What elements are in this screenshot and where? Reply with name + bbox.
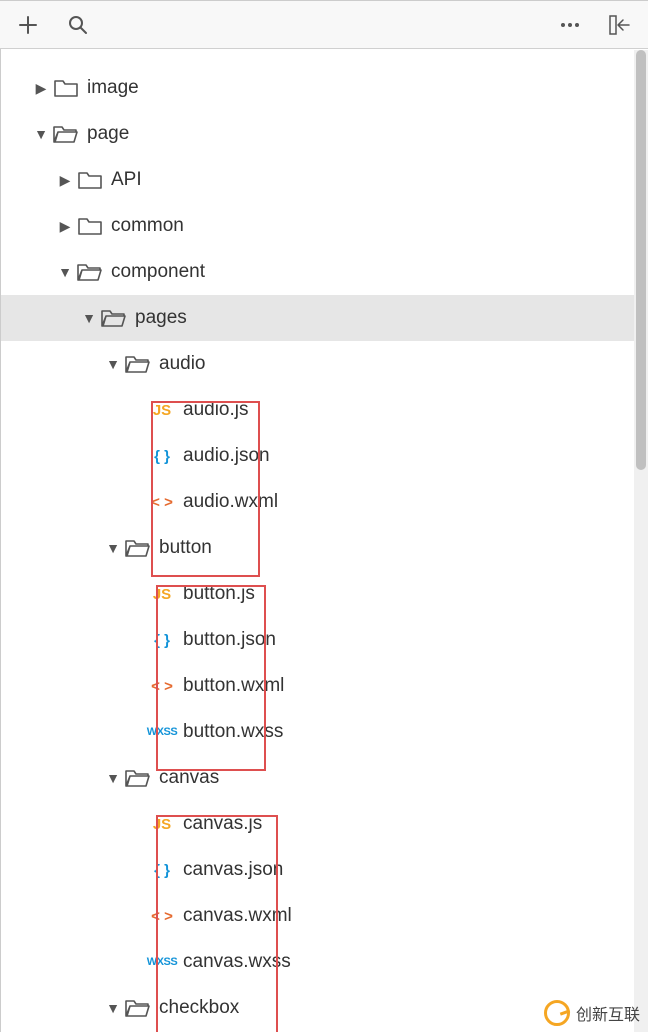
tree-item-label: page <box>87 123 129 145</box>
chevron-down-icon[interactable]: ▼ <box>55 264 75 280</box>
tree-item-label: canvas.json <box>183 859 283 881</box>
js-file-icon: JS <box>147 402 177 419</box>
tree-row[interactable]: ▼ canvas <box>1 755 648 801</box>
watermark-logo-icon <box>544 1000 570 1026</box>
scrollbar-thumb[interactable] <box>636 50 646 470</box>
tree-row[interactable]: ▶{ }audio.json <box>1 433 648 479</box>
tree-row[interactable]: ▶< >audio.wxml <box>1 479 648 525</box>
watermark-text: 创新互联 <box>576 1001 640 1025</box>
folder-open-icon <box>123 768 153 788</box>
tree-item-label: canvas.js <box>183 813 262 835</box>
tree-row[interactable]: ▶ API <box>1 157 648 203</box>
wxml-file-icon: < > <box>147 494 177 511</box>
wxml-file-icon: < > <box>147 678 177 695</box>
chevron-right-icon[interactable]: ▶ <box>55 218 75 235</box>
tree-item-label: audio.js <box>183 399 249 421</box>
tree-row[interactable]: ▼ button <box>1 525 648 571</box>
folder-open-icon <box>123 354 153 374</box>
tree-item-label: button.wxml <box>183 675 284 697</box>
tree-item-label: button.js <box>183 583 255 605</box>
js-file-icon: JS <box>147 816 177 833</box>
tree-item-label: common <box>111 215 184 237</box>
tree-item-label: button.wxss <box>183 721 283 743</box>
wxml-file-icon: < > <box>147 908 177 925</box>
tree-row[interactable]: ▶{ }button.json <box>1 617 648 663</box>
chevron-down-icon[interactable]: ▼ <box>103 540 123 556</box>
json-file-icon: { } <box>147 448 177 465</box>
tree-item-label: component <box>111 261 205 283</box>
wxss-file-icon: WXSS <box>147 956 177 968</box>
file-tree: ▶ image ▼ page ▶ API ▶ common ▼ component ▼ pages ▼ a… <box>1 49 648 1032</box>
chevron-down-icon[interactable]: ▼ <box>103 770 123 786</box>
chevron-down-icon[interactable]: ▼ <box>79 310 99 326</box>
folder-open-icon <box>123 998 153 1018</box>
wxss-file-icon: WXSS <box>147 726 177 738</box>
tree-item-label: canvas <box>159 767 219 789</box>
tree-row[interactable]: ▶< >canvas.wxml <box>1 893 648 939</box>
folder-closed-icon <box>75 170 105 190</box>
folder-open-icon <box>75 262 105 282</box>
tree-row[interactable]: ▶ common <box>1 203 648 249</box>
chevron-right-icon[interactable]: ▶ <box>31 80 51 97</box>
tree-item-label: audio.wxml <box>183 491 278 513</box>
folder-closed-icon <box>51 78 81 98</box>
folder-open-icon <box>99 308 129 328</box>
chevron-down-icon[interactable]: ▼ <box>103 1000 123 1016</box>
chevron-right-icon[interactable]: ▶ <box>55 172 75 189</box>
tree-row[interactable]: ▶ image <box>1 65 648 111</box>
file-explorer-panel: ▶ image ▼ page ▶ API ▶ common ▼ component ▼ pages ▼ a… <box>0 0 648 1032</box>
add-button[interactable] <box>8 5 48 45</box>
tree-item-label: audio.json <box>183 445 270 467</box>
tree-container[interactable]: ▶ image ▼ page ▶ API ▶ common ▼ component ▼ pages ▼ a… <box>0 49 648 1032</box>
tree-item-label: checkbox <box>159 997 239 1019</box>
tree-row[interactable]: ▼ component <box>1 249 648 295</box>
chevron-down-icon[interactable]: ▼ <box>103 356 123 372</box>
watermark: 创新互联 <box>544 1000 640 1026</box>
tree-item-label: image <box>87 77 139 99</box>
search-button[interactable] <box>58 5 98 45</box>
tree-item-label: audio <box>159 353 206 375</box>
js-file-icon: JS <box>147 586 177 603</box>
tree-row[interactable]: ▶JSbutton.js <box>1 571 648 617</box>
chevron-down-icon[interactable]: ▼ <box>31 126 51 142</box>
tree-row[interactable]: ▶< >button.wxml <box>1 663 648 709</box>
tree-item-label: button.json <box>183 629 276 651</box>
tree-row[interactable]: ▶WXSScanvas.wxss <box>1 939 648 985</box>
tree-row[interactable]: ▼ pages <box>1 295 648 341</box>
tree-row[interactable]: ▶JScanvas.js <box>1 801 648 847</box>
folder-open-icon <box>123 538 153 558</box>
tree-row[interactable]: ▶{ }canvas.json <box>1 847 648 893</box>
scrollbar[interactable] <box>634 50 648 1032</box>
more-button[interactable] <box>550 5 590 45</box>
tree-row[interactable]: ▼ page <box>1 111 648 157</box>
collapse-panel-button[interactable] <box>600 5 640 45</box>
toolbar <box>0 1 648 49</box>
tree-item-label: canvas.wxss <box>183 951 291 973</box>
tree-row[interactable]: ▼ audio <box>1 341 648 387</box>
folder-closed-icon <box>75 216 105 236</box>
tree-item-label: API <box>111 169 142 191</box>
tree-item-label: pages <box>135 307 187 329</box>
json-file-icon: { } <box>147 862 177 879</box>
tree-row[interactable]: ▶JSaudio.js <box>1 387 648 433</box>
folder-open-icon <box>51 124 81 144</box>
tree-item-label: button <box>159 537 212 559</box>
tree-item-label: canvas.wxml <box>183 905 292 927</box>
tree-row[interactable]: ▶WXSSbutton.wxss <box>1 709 648 755</box>
json-file-icon: { } <box>147 632 177 649</box>
